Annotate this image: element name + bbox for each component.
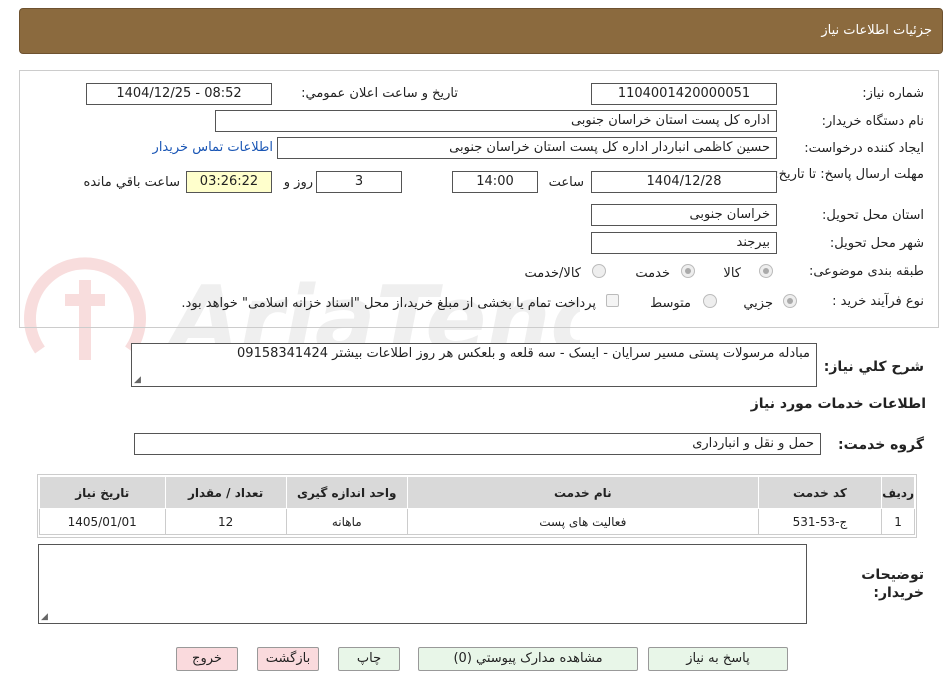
cell-need-date: 1405/01/01 (39, 508, 166, 535)
requester-field: حسین کاظمی انباردار اداره کل پست استان خ… (277, 137, 777, 159)
process-medium-label: متوسط (650, 296, 691, 311)
cell-quantity: 12 (164, 508, 287, 535)
category-both-label: کالا/خدمت (524, 266, 581, 281)
col-service-code: کد خدمت (757, 476, 883, 509)
need-number-label: شماره نیاز: (862, 86, 924, 101)
service-group-label: گروه خدمت: (838, 437, 924, 453)
days-label: روز و (283, 175, 313, 190)
buyer-org-field: اداره کل پست استان خراسان جنوبی (215, 110, 777, 132)
cell-service-code: ج-53-531 (757, 508, 883, 535)
remaining-time-field: 03:26:22 (186, 171, 272, 193)
col-service-name: نام خدمت (406, 476, 759, 509)
col-quantity: تعداد / مقدار (164, 476, 287, 509)
category-both-radio[interactable] (592, 264, 606, 278)
description-text: مبادله مرسولات پستی مسیر سرایان - ایسک -… (237, 346, 810, 361)
city-field: بیرجند (591, 232, 777, 254)
category-label: طبقه بندی موضوعی: (808, 264, 924, 279)
service-group-field: حمل و نقل و انبارداری (134, 433, 821, 455)
resize-grip-icon[interactable]: ◢ (134, 375, 141, 385)
need-number-field: 1104001420000051 (591, 83, 777, 105)
announce-label: تاریخ و ساعت اعلان عمومي: (301, 86, 458, 101)
process-label: نوع فرآیند خرید : (832, 294, 924, 309)
category-service-radio[interactable] (681, 264, 695, 278)
remaining-label: ساعت باقي مانده (83, 175, 180, 190)
description-textarea[interactable]: مبادله مرسولات پستی مسیر سرایان - ایسک -… (131, 343, 817, 387)
cell-service-name: فعالیت های پست (406, 508, 759, 535)
resize-grip-icon[interactable]: ◢ (41, 612, 48, 622)
col-need-date: تاریخ نیاز (39, 476, 166, 509)
treasury-payment-checkbox[interactable] (606, 294, 619, 307)
col-unit: واحد اندازه گیری (285, 476, 408, 509)
back-button[interactable]: بازگشت (257, 647, 319, 671)
deadline-date-field: 1404/12/28 (591, 171, 777, 193)
category-service-label: خدمت (635, 266, 670, 281)
deadline-time-field: 14:00 (452, 171, 538, 193)
requester-label: ایجاد کننده درخواست: (804, 141, 924, 156)
services-section-title: اطلاعات خدمات مورد نیاز (750, 396, 926, 412)
print-button[interactable]: چاپ (338, 647, 400, 671)
deadline-time-label: ساعت (548, 175, 584, 190)
cell-row-number: 1 (881, 508, 915, 535)
process-minor-radio[interactable] (783, 294, 797, 308)
city-label: شهر محل تحویل: (829, 236, 924, 251)
table-row: 1 ج-53-531 فعالیت های پست ماهانه 12 1405… (39, 508, 915, 535)
province-field: خراسان جنوبی (591, 204, 777, 226)
deadline-label: مهلت ارسال پاسخ: تا تاریخ: (774, 167, 924, 182)
view-attachments-button[interactable]: مشاهده مدارک پیوستي (0) (418, 647, 638, 671)
buyer-contact-link[interactable]: اطلاعات تماس خریدار (153, 140, 273, 155)
services-table-header: ردیف کد خدمت نام خدمت واحد اندازه گیری ت… (39, 476, 915, 509)
page-header: جزئیات اطلاعات نیاز (19, 8, 943, 54)
process-medium-radio[interactable] (703, 294, 717, 308)
buyer-notes-label: توضیحات خریدار: (861, 567, 924, 601)
buyer-notes-textarea[interactable]: ◢ (38, 544, 807, 624)
reply-button[interactable]: پاسخ به نیاز (648, 647, 788, 671)
category-goods-label: کالا (723, 266, 741, 281)
col-row-number: ردیف (881, 476, 915, 509)
announce-field: 1404/12/25 - 08:52 (86, 83, 272, 105)
exit-button[interactable]: خروج (176, 647, 238, 671)
province-label: استان محل تحویل: (822, 208, 924, 223)
process-minor-label: جزيي (743, 296, 773, 311)
category-goods-radio[interactable] (759, 264, 773, 278)
buyer-org-label: نام دستگاه خریدار: (821, 114, 924, 129)
treasury-payment-note: پرداخت تمام یا بخشی از مبلغ خرید،از محل … (181, 296, 596, 311)
services-table: ردیف کد خدمت نام خدمت واحد اندازه گیری ت… (39, 476, 915, 535)
cell-unit: ماهانه (285, 508, 408, 535)
description-label: شرح کلي نیاز: (823, 359, 924, 375)
details-panel (19, 70, 939, 328)
days-field: 3 (316, 171, 402, 193)
page-title: جزئیات اطلاعات نیاز (821, 23, 932, 38)
